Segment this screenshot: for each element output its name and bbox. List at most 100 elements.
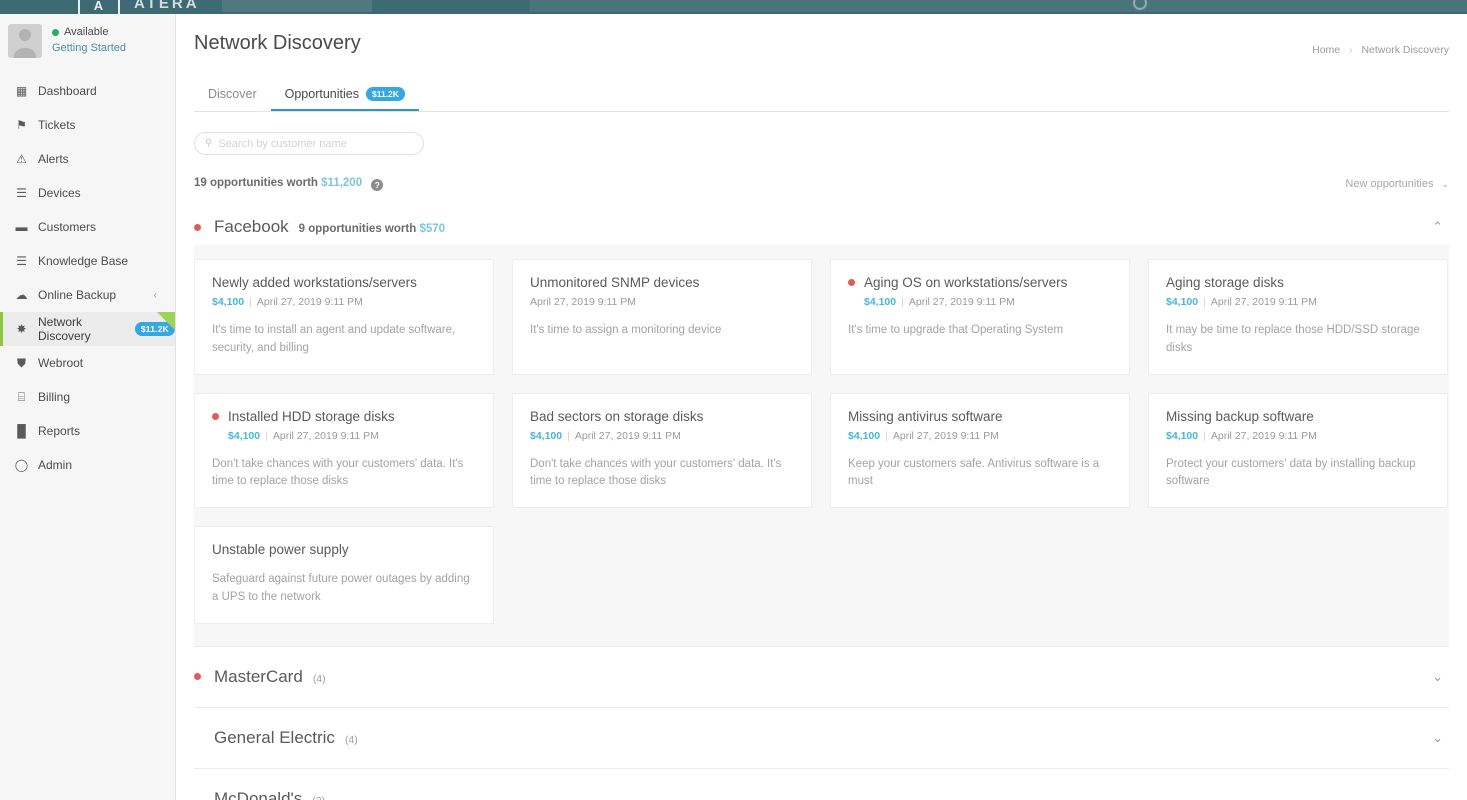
chevron-up-icon[interactable]: ⌃ [1432, 219, 1443, 235]
sidebar-item-network-discovery[interactable]: ✸ Network Discovery $11.2K [0, 312, 175, 346]
card-title-row: Installed HDD storage disks [212, 409, 476, 424]
card-title: Aging OS on workstations/servers [864, 275, 1068, 290]
group-name: General Electric [214, 727, 335, 747]
search-section: ⚲ [194, 132, 1449, 155]
sidebar-item-webroot[interactable]: ⛊ Webroot [0, 346, 175, 380]
opportunity-card[interactable]: Installed HDD storage disks $4,100 | April … [194, 392, 494, 509]
sidebar-item-label: Online Backup [38, 288, 117, 302]
search-icon: ⚲ [205, 138, 213, 149]
card-sub-divider: | [885, 429, 888, 442]
summary-prefix: 19 opportunities worth [194, 177, 318, 189]
group-header-mastercard[interactable]: MasterCard (4) ⌄ [194, 647, 1449, 707]
card-date: April 27, 2019 9:11 PM [574, 429, 681, 442]
opportunity-card[interactable]: Bad sectors on storage disks $4,100 | April… [512, 392, 812, 509]
card-subline: $4,100 | April 27, 2019 9:11 PM [848, 430, 1112, 442]
sidebar-item-label: Reports [38, 424, 81, 438]
card-date: April 27, 2019 9:11 PM [272, 429, 379, 442]
sidebar-item-label: Network Discovery [38, 315, 91, 343]
group-count: (4) [312, 672, 326, 685]
sidebar-item-online-backup[interactable]: ☁ Online Backup ‹ [0, 278, 175, 312]
card-title: Installed HDD storage disks [228, 408, 395, 424]
chevron-down-icon[interactable]: ⌄ [1432, 730, 1443, 746]
card-title: Missing backup software [1166, 408, 1314, 424]
info-icon[interactable]: ? [371, 179, 384, 191]
top-bar-band [530, 0, 1467, 12]
group-header-facebook[interactable]: Facebook 9 opportunities worth $570 ⌃ [194, 209, 1449, 245]
card-price: $4,100 [530, 429, 563, 442]
opportunity-group: McDonald's (2) ⌄ [194, 767, 1449, 800]
group-count: (4) [344, 733, 358, 746]
card-date: April 27, 2019 9:11 PM [530, 296, 637, 308]
devices-icon: ☰ [16, 186, 27, 200]
card-description: Safeguard against future power outages b… [212, 573, 470, 604]
card-price: $4,100 [212, 296, 245, 308]
opportunity-card[interactable]: Missing antivirus software $4,100 | April 2… [830, 392, 1130, 509]
card-subline: April 27, 2019 9:11 PM [530, 296, 794, 308]
sidebar-item-devices[interactable]: ☰ Devices [0, 176, 175, 210]
opportunity-group: MasterCard (4) ⌄ [194, 645, 1449, 707]
card-subline: $4,100 | April 27, 2019 9:11 PM [1166, 296, 1430, 308]
card-description: It may be time to replace those HDD/SSD … [1166, 324, 1420, 354]
opportunity-card[interactable]: Aging OS on workstations/servers $4,100 | A… [830, 259, 1130, 375]
card-price: $4,100 [864, 296, 897, 308]
opportunity-card[interactable]: Newly added workstations/servers $4,100 | A… [194, 259, 494, 375]
gear-icon: ◯ [14, 458, 29, 472]
opportunity-group: Facebook 9 opportunities worth $570 ⌃ Newly… [194, 209, 1449, 646]
card-title: Unstable power supply [212, 542, 349, 558]
opportunity-card[interactable]: Unmonitored SNMP devices April 27, 2019 9… [512, 259, 812, 375]
chevron-left-icon[interactable]: ‹ [154, 290, 157, 301]
group-meta-amount: $570 [419, 223, 446, 235]
sidebar-item-billing[interactable]: ⌸ Billing [0, 380, 175, 414]
avatar[interactable] [8, 24, 42, 58]
card-description: Don't take chances with your customers' … [530, 457, 782, 488]
sidebar-item-alerts[interactable]: ⚠ Alerts [0, 142, 175, 176]
ticket-icon: ⚑ [16, 118, 27, 132]
opportunity-card[interactable]: Unstable power supply Safeguard against f… [194, 526, 494, 624]
filter-label: New opportunities [1345, 178, 1434, 190]
sidebar-item-dashboard[interactable]: ▦ Dashboard [0, 74, 175, 108]
sidebar-item-reports[interactable]: █ Reports [0, 414, 175, 448]
network-discovery-icon: ✸ [16, 322, 27, 336]
dashboard-icon: ▦ [15, 84, 28, 98]
card-title: Missing antivirus software [848, 408, 1003, 424]
group-header-mcdonald-s[interactable]: McDonald's (2) ⌄ [194, 769, 1449, 800]
card-date: April 27, 2019 9:11 PM [892, 429, 999, 442]
cloud-icon: ☁ [15, 288, 28, 302]
user-profile[interactable]: Available Getting Started [0, 14, 175, 66]
app-shell: Available Getting Started ▦ Dashboard ⚑ Tic… [0, 14, 1467, 800]
chevron-down-icon: ⌄ [1441, 178, 1449, 189]
sidebar-item-knowledge-base[interactable]: ☰ Knowledge Base [0, 244, 175, 278]
sidebar-item-admin[interactable]: ◯ Admin [0, 448, 175, 482]
opportunity-groups: Facebook 9 opportunities worth $570 ⌃ Newly… [194, 209, 1449, 800]
global-search-input[interactable] [222, 0, 372, 12]
opportunities-filter-dropdown[interactable]: New opportunities ⌄ [1345, 178, 1449, 190]
card-title-row: Newly added workstations/servers [212, 275, 476, 290]
getting-started-link[interactable]: Getting Started [52, 42, 126, 54]
chevron-down-icon[interactable]: ⌄ [1432, 791, 1443, 800]
customer-search-box[interactable]: ⚲ [194, 132, 424, 155]
tab-discover[interactable]: Discover [194, 78, 271, 111]
card-subline: $4,100 | April 27, 2019 9:11 PM [864, 296, 1112, 308]
group-header-general-electric[interactable]: General Electric (4) ⌄ [194, 708, 1449, 768]
top-bar: A ATERA [0, 0, 1467, 16]
summary-amount: $11,200 [321, 177, 363, 189]
sidebar-item-tickets[interactable]: ⚑ Tickets [0, 108, 175, 142]
card-sub-divider: | [901, 296, 904, 308]
card-date: April 27, 2019 9:11 PM [1210, 429, 1317, 442]
opportunity-card[interactable]: Aging storage disks $4,100 | April 27, 2019… [1148, 259, 1448, 375]
sidebar-item-customers[interactable]: ▬ Customers [0, 210, 175, 244]
content-scroll-area[interactable]: ⚲ 19 opportunities worth $11,200 ? New o… [176, 112, 1467, 800]
chevron-down-icon[interactable]: ⌄ [1432, 669, 1443, 685]
shield-icon: ⛊ [16, 355, 26, 370]
opportunity-card[interactable]: Missing backup software $4,100 | April 27, … [1148, 392, 1448, 509]
group-meta-prefix: 9 opportunities worth [298, 223, 417, 235]
card-title-row: Missing antivirus software [848, 409, 1112, 424]
tab-opportunities[interactable]: Opportunities $11.2K [270, 78, 419, 111]
search-input[interactable] [218, 137, 413, 150]
opportunity-group: General Electric (4) ⌄ [194, 706, 1449, 768]
sidebar: Available Getting Started ▦ Dashboard ⚑ Tic… [0, 14, 176, 800]
breadcrumb-home[interactable]: Home [1312, 44, 1340, 56]
breadcrumb-current: Network Discovery [1361, 44, 1449, 56]
card-price: $4,100 [228, 429, 261, 442]
group-count: (2) [312, 795, 325, 800]
